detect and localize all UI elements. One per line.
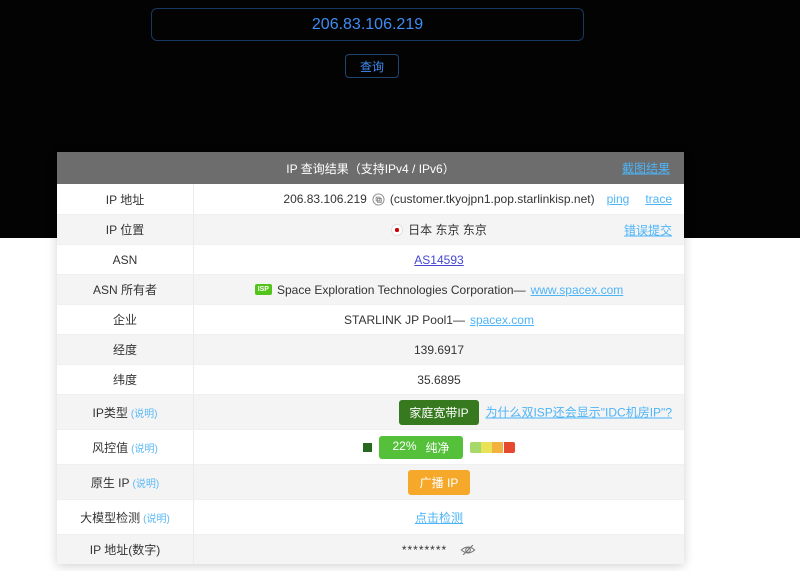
result-card-header: IP 查询结果（支持IPv4 / IPv6） 截图结果 (57, 152, 684, 184)
latitude-value: 35.6895 (417, 373, 460, 387)
risk-scale-segment (492, 442, 503, 453)
row-label: 原生 IP (说明) (57, 465, 194, 499)
result-card: IP 查询结果（支持IPv4 / IPv6） 截图结果 IP 地址 206.83… (57, 152, 684, 564)
row-value: AS14593 (194, 245, 684, 274)
copy-icon[interactable] (372, 193, 385, 206)
risk-purity: 纯净 (426, 439, 450, 456)
ip-location-value: 日本 东京 东京 (408, 221, 487, 238)
risk-level-marker (363, 443, 372, 452)
dual-isp-question-link[interactable]: 为什么双ISP还会显示"IDC机房IP"? (485, 404, 672, 421)
trace-link[interactable]: trace (645, 192, 672, 206)
risk-scale-segment (470, 442, 481, 453)
row-ip-location: IP 位置 日本 东京 东京 错误提交 (57, 214, 684, 244)
risk-percent: 22% (392, 439, 416, 456)
screenshot-result-link[interactable]: 截图结果 (622, 160, 670, 177)
row-label: 大模型检测 (说明) (57, 500, 194, 534)
isp-badge: ISP (255, 284, 272, 295)
ip-type-badge: 家庭宽带IP (399, 400, 478, 425)
row-label: ASN (57, 245, 194, 274)
row-ip-type: IP类型 (说明) 家庭宽带IP 为什么双ISP还会显示"IDC机房IP"? (57, 394, 684, 429)
enterprise-site-link[interactable]: spacex.com (470, 313, 534, 327)
native-ip-note-link[interactable]: (说明) (133, 475, 160, 490)
risk-score-badge: 22% 纯净 (379, 436, 462, 459)
risk-scale-segment (481, 442, 492, 453)
risk-scale-segment (504, 442, 515, 453)
row-ip-address: IP 地址 206.83.106.219 (customer.tkyojpn1.… (57, 184, 684, 214)
row-label: IP 地址 (57, 184, 194, 214)
row-value: 广播 IP (194, 465, 684, 499)
row-value: ******** (194, 535, 684, 564)
row-risk-value: 风控值 (说明) 22% 纯净 (57, 429, 684, 464)
row-value: 139.6917 (194, 335, 684, 364)
row-label: 企业 (57, 305, 194, 334)
row-label: 纬度 (57, 365, 194, 394)
row-value: 日本 东京 东京 错误提交 (194, 215, 684, 244)
row-label: 风控值 (说明) (57, 430, 194, 464)
risk-scale (470, 442, 515, 453)
japan-flag-icon (391, 224, 403, 236)
row-value: 35.6895 (194, 365, 684, 394)
row-label: ASN 所有者 (57, 275, 194, 304)
row-value: ISP Space Exploration Technologies Corpo… (194, 275, 684, 304)
row-longitude: 经度 139.6917 (57, 334, 684, 364)
row-value: 22% 纯净 (194, 430, 684, 464)
row-label: IP 地址(数字) (57, 535, 194, 564)
ip-numeric-masked-value: ******** (402, 543, 447, 557)
error-submit-link[interactable]: 错误提交 (624, 221, 672, 238)
llm-check-note-link[interactable]: (说明) (143, 510, 170, 525)
row-asn-owner: ASN 所有者 ISP Space Exploration Technologi… (57, 274, 684, 304)
asn-link[interactable]: AS14593 (414, 253, 463, 267)
eye-off-icon[interactable] (460, 543, 476, 557)
row-latitude: 纬度 35.6895 (57, 364, 684, 394)
risk-note-link[interactable]: (说明) (131, 440, 158, 455)
row-enterprise: 企业 STARLINK JP Pool1— spacex.com (57, 304, 684, 334)
ping-link[interactable]: ping (607, 192, 630, 206)
row-label: IP 位置 (57, 215, 194, 244)
ip-hostname: (customer.tkyojpn1.pop.starlinkisp.net) (390, 192, 595, 206)
row-value: 206.83.106.219 (customer.tkyojpn1.pop.st… (194, 184, 684, 214)
row-native-ip: 原生 IP (说明) 广播 IP (57, 464, 684, 499)
longitude-value: 139.6917 (414, 343, 464, 357)
ip-lookup-page: 查询 IP 查询结果（支持IPv4 / IPv6） 截图结果 IP 地址 206… (0, 0, 800, 571)
result-card-title: IP 查询结果（支持IPv4 / IPv6） (286, 160, 454, 177)
row-asn: ASN AS14593 (57, 244, 684, 274)
row-label: 经度 (57, 335, 194, 364)
ip-address-value: 206.83.106.219 (283, 192, 366, 206)
click-detect-link[interactable]: 点击检测 (415, 509, 463, 526)
row-label: IP类型 (说明) (57, 395, 194, 429)
enterprise-value: STARLINK JP Pool1— (344, 313, 465, 327)
row-ip-numeric: IP 地址(数字) ******** (57, 534, 684, 564)
row-llm-check: 大模型检测 (说明) 点击检测 (57, 499, 684, 534)
spacex-site-link[interactable]: www.spacex.com (531, 283, 624, 297)
broadcast-ip-badge: 广播 IP (408, 470, 471, 495)
row-value: STARLINK JP Pool1— spacex.com (194, 305, 684, 334)
row-value: 点击检测 (194, 500, 684, 534)
query-button[interactable]: 查询 (345, 54, 399, 78)
asn-owner-value: Space Exploration Technologies Corporati… (277, 283, 526, 297)
row-value: 家庭宽带IP 为什么双ISP还会显示"IDC机房IP"? (194, 395, 684, 429)
ip-search-input[interactable] (151, 8, 584, 41)
ip-type-note-link[interactable]: (说明) (131, 405, 158, 420)
